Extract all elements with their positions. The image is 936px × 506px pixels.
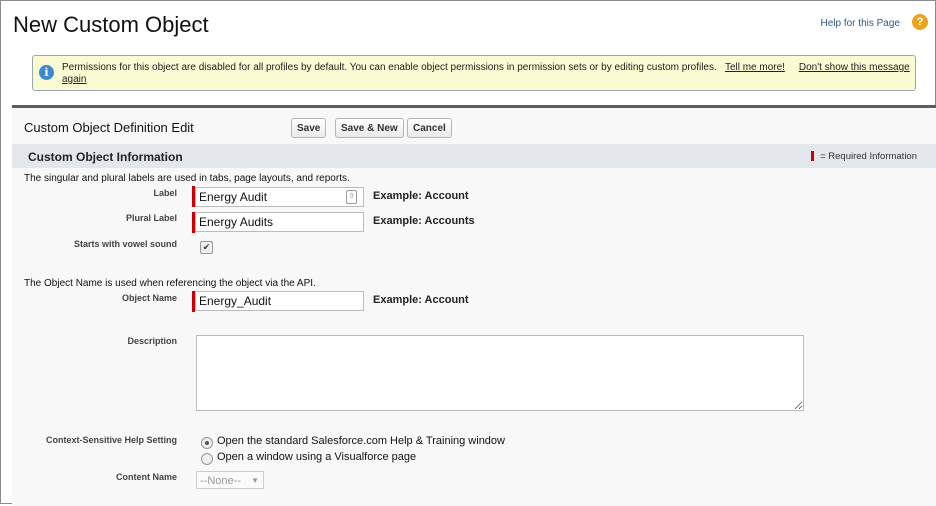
vowel-sound-checkbox[interactable]: ✔: [200, 241, 213, 254]
panel-title: Custom Object Definition Edit: [24, 120, 194, 135]
info-icon: i: [39, 65, 54, 80]
section-title: Custom Object Information: [28, 150, 183, 164]
plural-label-field-label: Plural Label: [125, 213, 177, 223]
cancel-button[interactable]: Cancel: [407, 118, 452, 138]
object-name-label: Object Name: [121, 293, 177, 303]
help-option-visualforce-radio[interactable]: [201, 453, 213, 465]
description-textarea[interactable]: [196, 335, 804, 411]
banner-message: Permissions for this object are disabled…: [62, 62, 910, 85]
labels-note: The singular and plural labels are used …: [24, 173, 350, 184]
save-button[interactable]: Save: [291, 118, 327, 138]
description-label: Description: [127, 336, 177, 346]
info-banner: i Permissions for this object are disabl…: [32, 55, 916, 91]
label-example: Example: Account: [373, 190, 469, 202]
required-marker: [811, 151, 815, 162]
object-name-example: Example: Account: [373, 294, 469, 306]
plural-label-example: Example: Accounts: [373, 215, 475, 227]
tell-me-more-link[interactable]: Tell me more!: [725, 62, 785, 73]
help-option-visualforce-label[interactable]: Open a window using a Visualforce page: [217, 451, 416, 463]
help-for-this-page-link[interactable]: Help for this Page: [821, 18, 901, 29]
api-note: The Object Name is used when referencing…: [24, 278, 316, 289]
section-header: Custom Object Information = Required Inf…: [12, 144, 936, 168]
page-title: New Custom Object: [13, 12, 209, 37]
save-and-new-button[interactable]: Save & New: [335, 118, 404, 138]
autofill-icon[interactable]: ⇧: [346, 190, 357, 204]
vowel-sound-label: Starts with vowel sound: [73, 239, 177, 249]
content-name-label: Content Name: [115, 472, 177, 482]
help-option-standard-label[interactable]: Open the standard Salesforce.com Help & …: [217, 435, 505, 447]
help-setting-label: Context-Sensitive Help Setting: [45, 435, 177, 445]
chevron-down-icon: ▼: [251, 476, 259, 485]
label-field-label: Label: [153, 188, 177, 198]
object-name-input[interactable]: [195, 291, 364, 311]
plural-label-input[interactable]: [195, 212, 364, 232]
required-legend: = Required Information: [811, 151, 917, 162]
content-name-select[interactable]: --None-- ▼: [196, 471, 264, 489]
question-circle-icon[interactable]: ?: [912, 14, 928, 30]
help-option-standard-radio[interactable]: [201, 437, 213, 449]
label-input[interactable]: [195, 187, 364, 207]
